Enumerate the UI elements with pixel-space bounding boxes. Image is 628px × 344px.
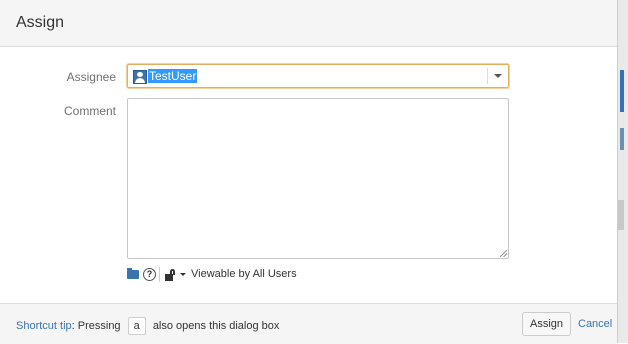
assignee-select[interactable]: TestUser <box>127 64 509 88</box>
select-divider <box>487 68 488 84</box>
user-avatar-icon <box>133 70 147 84</box>
backdrop-edge <box>620 70 624 112</box>
dialog-title: Assign <box>16 14 65 31</box>
shortcut-tip-link[interactable]: Shortcut tip <box>16 320 72 332</box>
unlock-icon[interactable] <box>165 269 177 281</box>
assignee-value[interactable]: TestUser <box>148 69 198 83</box>
shortcut-tip-suffix: also opens this dialog box <box>152 320 280 332</box>
assignee-label: Assignee <box>66 70 116 84</box>
shortcut-tip: Shortcut tip: Pressing a also opens this… <box>16 317 279 335</box>
dialog-header: Assign <box>0 0 617 47</box>
folder-icon[interactable] <box>127 268 139 279</box>
cancel-link[interactable]: Cancel <box>578 318 612 330</box>
assign-button[interactable]: Assign <box>522 312 571 336</box>
comment-toolbar: ? Viewable by All Users <box>127 266 327 284</box>
shortcut-key: a <box>127 317 146 335</box>
chevron-down-icon[interactable] <box>494 74 502 78</box>
comment-textarea[interactable] <box>127 98 509 259</box>
toolbar-divider <box>159 267 160 282</box>
resize-handle-icon[interactable] <box>500 250 507 257</box>
backdrop-edge <box>620 128 624 150</box>
backdrop-edge <box>618 200 624 230</box>
visibility-dropdown[interactable]: Viewable by All Users <box>191 268 297 280</box>
question-circle-icon[interactable]: ? <box>143 268 156 281</box>
assign-dialog: Assign Assignee TestUser Comment ? Viewa… <box>0 0 618 344</box>
comment-label: Comment <box>63 104 116 118</box>
shortcut-tip-prefix: : Pressing <box>71 320 121 332</box>
dialog-footer: Shortcut tip: Pressing a also opens this… <box>0 303 617 344</box>
visibility-dropdown-caret-icon[interactable] <box>180 273 186 276</box>
